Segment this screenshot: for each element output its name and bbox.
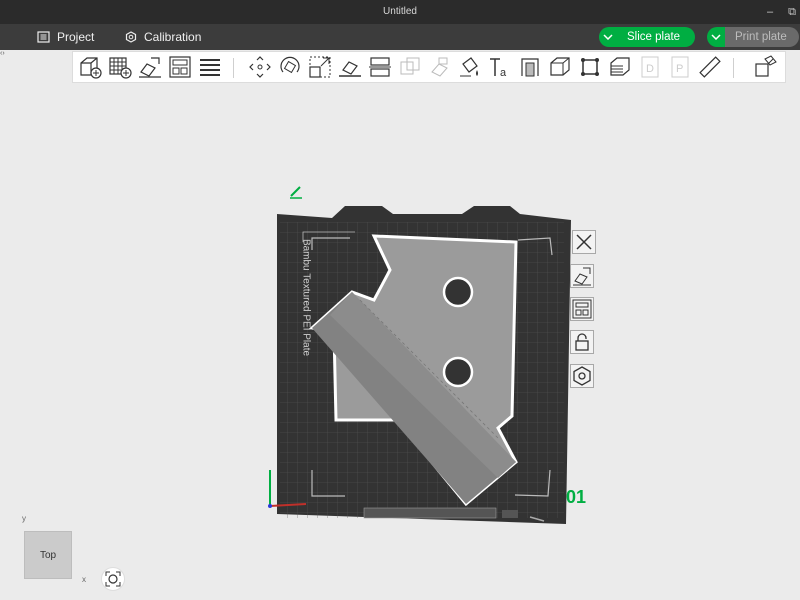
rotate-icon[interactable] [277, 54, 303, 80]
move-icon[interactable] [247, 54, 273, 80]
lay-on-face-icon[interactable] [337, 54, 363, 80]
project-tab[interactable]: Project [37, 29, 94, 45]
calibration-tab[interactable]: Calibration [125, 29, 201, 45]
slice-plate-button[interactable]: Slice plate [599, 27, 695, 47]
toolbar-separator [233, 58, 234, 78]
ruler-icon[interactable] [697, 54, 723, 80]
calibration-icon [125, 31, 137, 43]
view-cube-label: Top [39, 550, 57, 561]
disabled-p-icon[interactable]: P [667, 54, 693, 80]
disabled-d-icon[interactable]: D [637, 54, 663, 80]
arrange-icon[interactable] [167, 54, 193, 80]
menu-bar: Project Calibration Slice plate Print pl… [0, 24, 800, 50]
y-axis-label: y [22, 514, 26, 523]
orient-plate-icon [573, 267, 591, 286]
plate-label: Bambu Textured PEI Plate [300, 238, 312, 357]
assembly-icon[interactable] [577, 54, 603, 80]
print-dropdown-chevron-icon[interactable] [707, 27, 725, 47]
seam-icon[interactable] [547, 54, 573, 80]
slice-dropdown-chevron-icon[interactable] [599, 27, 617, 47]
svg-text:a: a [500, 67, 507, 79]
support-paint-icon[interactable] [427, 54, 453, 80]
restore-icon[interactable]: ⧉ [784, 4, 800, 20]
window-title: Untitled [383, 6, 417, 17]
close-icon [576, 234, 592, 250]
plate-number: 01 [566, 487, 587, 507]
x-axis-label: x [82, 575, 86, 584]
svg-text:P: P [676, 63, 683, 75]
delete-plate-button[interactable] [572, 230, 596, 254]
view-cube[interactable]: Top [24, 531, 72, 579]
calibration-label: Calibration [144, 30, 202, 44]
split-icon[interactable] [753, 54, 779, 80]
project-label: Project [57, 30, 95, 44]
collapse-sidebar-icon[interactable]: ‹› [0, 50, 12, 60]
arrange-plate-button[interactable] [570, 297, 594, 321]
measure-icon[interactable] [607, 54, 633, 80]
settings-icon [573, 366, 591, 386]
auto-orient-icon[interactable] [137, 54, 163, 80]
arrange-plate-icon [572, 299, 592, 319]
print-plate-label: Print plate [725, 27, 799, 47]
print-plate-button[interactable]: Print plate [707, 27, 799, 47]
color-paint-icon[interactable] [457, 54, 483, 80]
lock-plate-button[interactable] [570, 330, 594, 354]
edit-plate-name-icon[interactable] [288, 183, 304, 199]
plate-settings-button[interactable] [570, 364, 594, 388]
layers-icon[interactable] [197, 54, 223, 80]
emboss-icon[interactable] [517, 54, 543, 80]
slice-plate-label: Slice plate [617, 27, 695, 47]
scale-icon[interactable] [307, 54, 333, 80]
lock-icon [575, 333, 589, 351]
minimize-icon[interactable]: – [762, 4, 778, 20]
add-plate-icon[interactable] [107, 54, 133, 80]
svg-text:D: D [646, 63, 654, 75]
text-icon[interactable]: a [487, 54, 513, 80]
orient-plate-button[interactable] [570, 264, 594, 288]
zoom-fit-icon [105, 571, 121, 587]
project-icon [37, 31, 50, 43]
zoom-fit-button[interactable] [101, 567, 125, 591]
title-bar: Untitled – ⧉ [0, 0, 800, 24]
add-object-icon[interactable] [77, 54, 103, 80]
main-toolbar: a D P [72, 51, 786, 83]
boolean-icon[interactable] [397, 54, 423, 80]
toolbar-separator [733, 58, 734, 78]
cut-icon[interactable] [367, 54, 393, 80]
